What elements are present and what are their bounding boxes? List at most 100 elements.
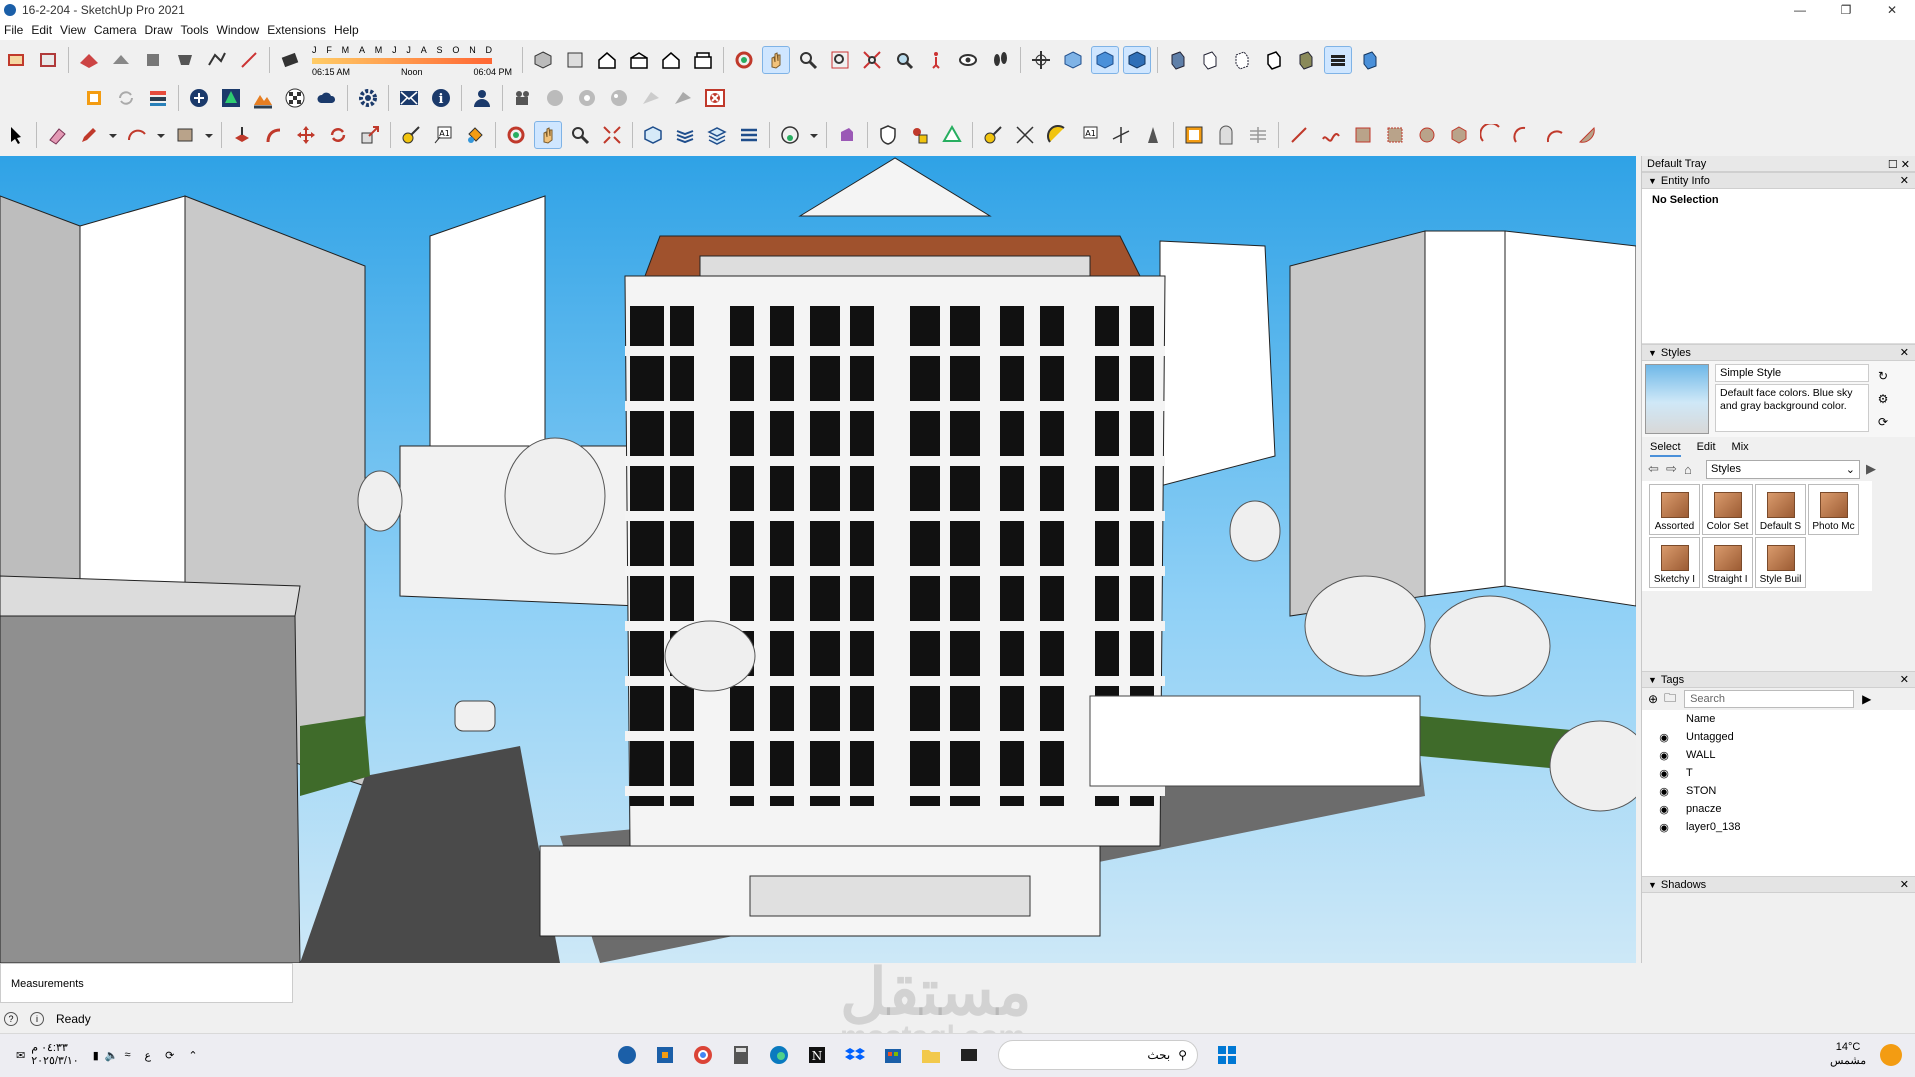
sandbox-icon[interactable] (75, 46, 103, 74)
three-point-arc-icon[interactable] (1541, 121, 1569, 149)
rectangle-icon[interactable] (171, 121, 199, 149)
door-tool-icon[interactable] (1212, 121, 1240, 149)
volume-icon[interactable]: 🔈 (105, 1049, 119, 1062)
refresh-style-icon[interactable]: ⟳ (1878, 415, 1888, 429)
settings-gear-icon[interactable] (354, 84, 382, 112)
monochrome-face-icon[interactable] (1324, 46, 1352, 74)
refresh-icon[interactable] (112, 84, 140, 112)
info-circle-icon[interactable]: i (30, 1012, 44, 1026)
chat-icon[interactable]: ✉ (16, 1049, 25, 1062)
shadows-toggle-icon[interactable] (276, 46, 304, 74)
style-item[interactable]: Sketchy I (1649, 537, 1700, 588)
circle-icon[interactable] (1413, 121, 1441, 149)
solar-north-icon[interactable] (776, 121, 804, 149)
show-hidden-icon[interactable]: ⌃ (188, 1049, 197, 1062)
stamp-icon[interactable] (139, 46, 167, 74)
eye-icon[interactable]: ◉ (1642, 821, 1686, 834)
add-tag-icon[interactable]: ⊕ (1648, 692, 1658, 706)
film-camera-icon[interactable] (509, 84, 537, 112)
protractor-icon[interactable] (1043, 121, 1071, 149)
monochrome-icon[interactable] (1123, 46, 1151, 74)
text-icon[interactable]: A1 (429, 121, 457, 149)
film-reel-icon[interactable] (573, 84, 601, 112)
menu-file[interactable]: File (4, 23, 31, 37)
right-view-icon[interactable] (625, 46, 653, 74)
close-icon[interactable]: ✕ (1900, 673, 1909, 686)
style-item[interactable]: Straight I (1702, 537, 1753, 588)
entity-info-header[interactable]: ▼ Entity Info ✕ (1642, 172, 1915, 189)
axes-tool-icon[interactable] (1107, 121, 1135, 149)
layout-send-icon[interactable] (144, 84, 172, 112)
sun-icon[interactable] (1880, 1044, 1902, 1066)
orbit-icon[interactable] (730, 46, 758, 74)
battery-icon[interactable]: ▮ (93, 1049, 99, 1062)
style-name-field[interactable]: Simple Style (1715, 364, 1869, 382)
pin-close-icons[interactable]: ☐ ✕ (1888, 158, 1910, 171)
tags-header[interactable]: ▼ Tags ✕ (1642, 671, 1915, 688)
section-cut-icon[interactable] (637, 84, 665, 112)
front-view-icon[interactable] (593, 46, 621, 74)
drape-icon[interactable] (171, 46, 199, 74)
scale-icon[interactable] (356, 121, 384, 149)
push-pull-icon[interactable] (228, 121, 256, 149)
rotate-icon[interactable] (324, 121, 352, 149)
styles-collection-select[interactable]: Styles ⌄ (1706, 459, 1860, 479)
cloud-icon[interactable] (313, 84, 341, 112)
details-arrow-icon[interactable]: ▶ (1866, 461, 1884, 477)
clock-date[interactable]: ٢٠٢٥/٣/١٠ (31, 1055, 78, 1068)
terminal-icon[interactable] (954, 1040, 984, 1070)
mail-icon[interactable] (395, 84, 423, 112)
checker-icon[interactable] (281, 84, 309, 112)
pie-icon[interactable] (1573, 121, 1601, 149)
arc-tool-icon[interactable] (1477, 121, 1505, 149)
sketchup-taskbar-icon[interactable] (612, 1040, 642, 1070)
layers-stack-icon[interactable] (703, 121, 731, 149)
dynamic-component-icon[interactable] (906, 121, 934, 149)
extension-manager-icon[interactable] (80, 84, 108, 112)
hidden-line-icon[interactable] (1196, 46, 1224, 74)
3d-text-icon[interactable] (1139, 121, 1167, 149)
iso-view-icon[interactable] (529, 46, 557, 74)
language-indicator[interactable]: ع (145, 1049, 152, 1062)
tag-row[interactable]: ◉ WALL (1642, 746, 1915, 764)
taskbar-search[interactable]: بحث ⚲ (998, 1040, 1198, 1070)
rect-tool-icon[interactable] (1349, 121, 1377, 149)
xray-icon[interactable] (1059, 46, 1087, 74)
tags-column-name[interactable]: Name (1642, 710, 1915, 728)
select-icon[interactable] (2, 121, 30, 149)
style-item[interactable]: Default S (1755, 484, 1806, 535)
top-view-icon[interactable] (561, 46, 589, 74)
menu-view[interactable]: View (60, 23, 94, 37)
menu-edit[interactable]: Edit (31, 23, 60, 37)
look-around-icon[interactable] (954, 46, 982, 74)
dimension-icon[interactable] (1011, 121, 1039, 149)
freehand-icon[interactable] (1317, 121, 1345, 149)
dropdown-arrow-icon[interactable] (808, 121, 820, 149)
film-reel-2-icon[interactable] (605, 84, 633, 112)
chrome-icon[interactable] (688, 1040, 718, 1070)
tab-edit[interactable]: Edit (1697, 441, 1716, 457)
tag-row[interactable]: ◉ T (1642, 764, 1915, 782)
edge-icon[interactable] (764, 1040, 794, 1070)
dropdown-arrow-icon[interactable] (107, 121, 119, 149)
clock-time[interactable]: ٠٤:٣٣ م (31, 1042, 78, 1055)
layers-icon[interactable] (671, 121, 699, 149)
info-icon[interactable]: i (427, 84, 455, 112)
move-icon[interactable] (292, 121, 320, 149)
tag-row[interactable]: ◉ STON (1642, 782, 1915, 800)
notion-icon[interactable]: N (802, 1040, 832, 1070)
shaded-textures-icon[interactable] (1091, 46, 1119, 74)
back-arrow-icon[interactable]: ⇦ (1648, 461, 1666, 477)
close-icon[interactable]: ✕ (1900, 346, 1909, 359)
add-location-icon[interactable] (185, 84, 213, 112)
styles-header[interactable]: ▼ Styles ✕ (1642, 344, 1915, 361)
orbit-tool-icon[interactable] (502, 121, 530, 149)
file-explorer-icon[interactable] (916, 1040, 946, 1070)
close-icon[interactable]: ✕ (1900, 878, 1909, 891)
model-viewport[interactable] (0, 156, 1636, 963)
style-description-field[interactable]: Default face colors. Blue sky and gray b… (1715, 384, 1869, 432)
details-arrow-icon[interactable]: ▶ (1862, 692, 1871, 706)
add-detail-icon[interactable] (203, 46, 231, 74)
home-icon[interactable]: ⌂ (1684, 462, 1702, 477)
tape-measure-2-icon[interactable] (979, 121, 1007, 149)
